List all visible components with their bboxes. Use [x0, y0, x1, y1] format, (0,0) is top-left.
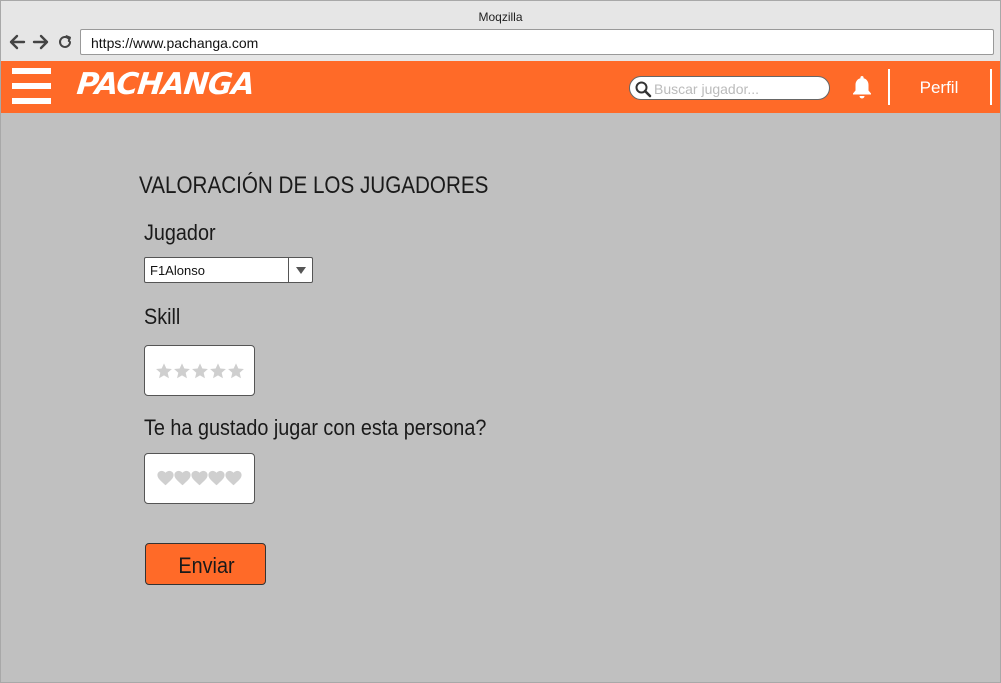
star-icon[interactable] — [173, 362, 191, 380]
header-divider — [990, 69, 992, 105]
main-content: VALORACIÓN DE LOS JUGADORES Jugador F1Al… — [1, 113, 1000, 682]
reload-button[interactable] — [55, 32, 75, 52]
profile-link[interactable]: Perfil — [899, 78, 979, 98]
submit-label: Enviar — [178, 553, 235, 578]
star-icon[interactable] — [191, 362, 209, 380]
forward-button[interactable] — [31, 32, 51, 52]
heart-icon[interactable] — [157, 470, 174, 487]
chevron-down-icon[interactable] — [288, 258, 312, 282]
heart-icon[interactable] — [191, 470, 208, 487]
app-header: PACHANGA Perfil — [1, 61, 1000, 113]
search-icon[interactable] — [634, 80, 652, 98]
page-title: VALORACIÓN DE LOS JUGADORES — [139, 172, 489, 199]
back-button[interactable] — [7, 32, 27, 52]
submit-button[interactable]: Enviar — [145, 543, 266, 585]
arrow-left-icon — [9, 34, 26, 50]
browser-window: Moqzilla https://www.pachanga.com PACHAN… — [0, 0, 1001, 683]
search-box[interactable] — [629, 76, 830, 100]
player-select-value: F1Alonso — [150, 263, 205, 278]
browser-toolbar: https://www.pachanga.com — [1, 27, 1000, 61]
player-label: Jugador — [144, 220, 216, 245]
heart-icon[interactable] — [174, 470, 191, 487]
bell-icon[interactable] — [850, 74, 874, 100]
heart-icon[interactable] — [208, 470, 225, 487]
liked-label: Te ha gustado jugar con esta persona? — [144, 415, 487, 440]
window-title: Moqzilla — [478, 10, 523, 24]
logo[interactable]: PACHANGA — [75, 67, 256, 102]
skill-label: Skill — [144, 304, 181, 329]
heart-icon[interactable] — [225, 470, 242, 487]
skill-rating — [144, 345, 255, 396]
address-bar[interactable]: https://www.pachanga.com — [80, 29, 994, 55]
reload-icon — [59, 35, 71, 48]
dropdown-triangle — [295, 267, 306, 274]
player-select[interactable]: F1Alonso — [144, 257, 313, 283]
arrow-right-icon — [32, 34, 49, 50]
star-icon[interactable] — [155, 362, 173, 380]
liked-rating — [144, 453, 255, 504]
star-icon[interactable] — [209, 362, 227, 380]
hamburger-icon[interactable] — [12, 68, 51, 106]
header-divider — [888, 69, 890, 105]
star-icon[interactable] — [227, 362, 245, 380]
search-input[interactable] — [654, 79, 824, 98]
